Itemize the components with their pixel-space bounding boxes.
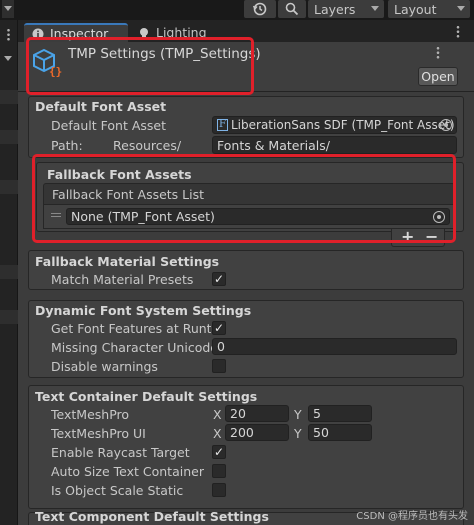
tab-menu-icon[interactable] (456, 25, 460, 38)
layout-label: Layout (394, 1, 437, 17)
default-font-field[interactable]: F LiberationSans SDF (TMP_Font Asset) (212, 116, 457, 134)
text-container-title: Text Container Default Settings (35, 389, 258, 404)
chevron-down-icon[interactable] (4, 53, 14, 63)
tmpui-size-label: TextMeshPro UI (51, 426, 146, 441)
scale-static-checkbox[interactable] (212, 483, 226, 497)
default-font-value: LiberationSans SDF (TMP_Font Asset) (231, 118, 455, 132)
chevron-down-icon (457, 6, 465, 11)
raycast-target-checkbox[interactable]: ✓ (212, 445, 226, 459)
open-button[interactable]: Open (418, 67, 458, 86)
scale-static-label: Is Object Scale Static (51, 483, 184, 498)
highlight-box-header (26, 37, 254, 95)
left-strip-item[interactable] (0, 310, 18, 324)
auto-size-checkbox[interactable] (212, 464, 226, 478)
top-toolbar: Layers Layout (0, 0, 474, 20)
tmpui-y-field[interactable]: 50 (308, 424, 372, 441)
missing-unicode-label: Missing Character Unicode (51, 340, 218, 355)
tmp-x-label: X (213, 407, 222, 422)
component-menu-icon[interactable] (436, 46, 440, 59)
left-strip-item[interactable] (0, 90, 18, 104)
highlight-box-fallback (32, 154, 456, 243)
disable-warnings-label: Disable warnings (51, 359, 158, 374)
tmpui-y-label: Y (294, 426, 302, 441)
search-icon (285, 2, 299, 16)
toolbar-dropdown-stub[interactable] (2, 0, 14, 18)
path-field[interactable]: Fonts & Materials/ (212, 136, 457, 154)
watermark: CSDN @程序员也有头发 (356, 511, 468, 522)
fallback-material-title: Fallback Material Settings (35, 254, 220, 269)
tmp-y-field[interactable]: 5 (308, 405, 372, 422)
layers-label: Layers (314, 1, 356, 17)
tmp-y-label: Y (294, 407, 302, 422)
tmp-size-label: TextMeshPro (51, 407, 130, 422)
search-button[interactable] (278, 0, 306, 18)
tmp-x-field[interactable]: 20 (225, 405, 289, 422)
history-button[interactable] (244, 0, 276, 18)
object-picker-icon[interactable] (440, 119, 452, 131)
left-panel-strip (0, 20, 18, 525)
font-asset-icon: F (217, 119, 228, 131)
left-strip-item[interactable] (0, 180, 18, 194)
tmpui-x-label: X (213, 426, 222, 441)
tmpui-x-field[interactable]: 200 (225, 424, 289, 441)
default-font-title: Default Font Asset (35, 99, 167, 114)
path-label: Path: (51, 138, 83, 153)
path-prefix: Resources/ (113, 138, 182, 153)
default-font-label: Default Font Asset (51, 118, 167, 133)
layers-dropdown[interactable]: Layers (308, 0, 384, 18)
text-component-title: Text Component Default Settings (35, 509, 269, 524)
dynamic-font-title: Dynamic Font System Settings (35, 303, 252, 318)
raycast-target-label: Enable Raycast Target (51, 445, 190, 460)
disable-warnings-checkbox[interactable] (212, 359, 226, 373)
font-features-label: Get Font Features at Runtim (51, 321, 211, 336)
font-features-checkbox[interactable]: ✓ (212, 321, 226, 335)
inspector-panel: {} TMP Settings (TMP_Settings) Open Defa… (18, 37, 474, 525)
history-icon (252, 2, 267, 16)
auto-size-label: Auto Size Text Container (51, 464, 204, 479)
match-material-checkbox[interactable]: ✓ (212, 272, 226, 286)
layout-dropdown[interactable]: Layout (388, 0, 470, 18)
missing-unicode-field[interactable]: 0 (212, 338, 457, 355)
left-strip-item[interactable] (0, 130, 18, 144)
more-options-icon[interactable] (7, 28, 10, 41)
left-strip-item[interactable] (0, 265, 18, 279)
match-material-label: Match Material Presets (51, 272, 194, 287)
chevron-down-icon (371, 6, 379, 11)
